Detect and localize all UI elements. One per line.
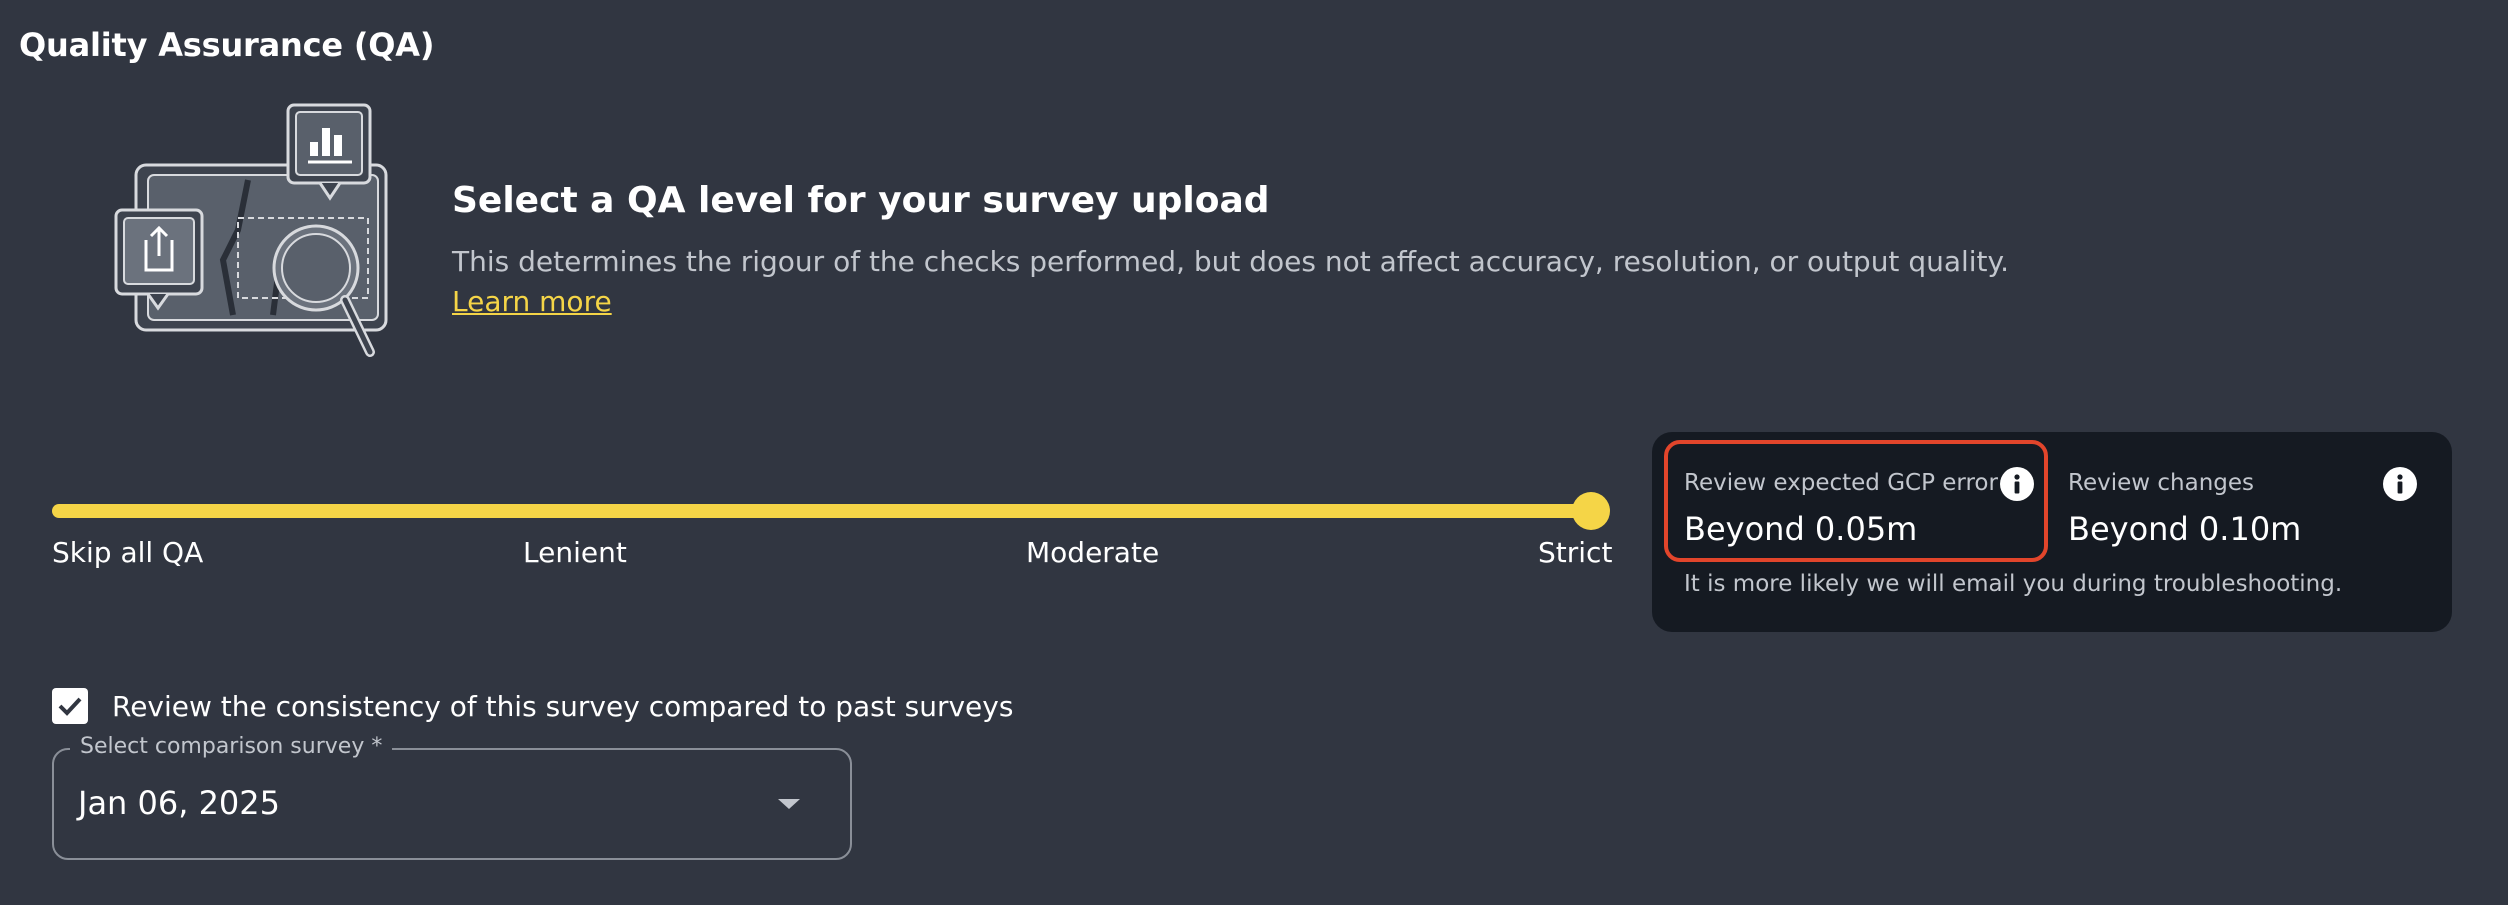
level-label-skip[interactable]: Skip all QA bbox=[52, 536, 203, 569]
slider-thumb[interactable] bbox=[1572, 492, 1610, 530]
check-icon bbox=[58, 697, 82, 716]
qa-description: This determines the rigour of the checks… bbox=[452, 245, 2010, 278]
gcp-error-value: Beyond 0.05m bbox=[1684, 510, 1918, 548]
qa-level-slider[interactable] bbox=[52, 489, 1610, 530]
level-label-lenient[interactable]: Lenient bbox=[523, 536, 627, 569]
qa-heading: Select a QA level for your survey upload bbox=[452, 180, 1270, 221]
consistency-label[interactable]: Review the consistency of this survey co… bbox=[112, 690, 1013, 723]
survey-upload-illustration bbox=[108, 100, 398, 370]
gcp-error-label: Review expected GCP error bbox=[1684, 470, 1998, 496]
qa-note: It is more likely we will email you duri… bbox=[1684, 571, 2343, 597]
comparison-survey-label: Select comparison survey * bbox=[70, 734, 393, 759]
consistency-checkbox[interactable] bbox=[52, 688, 88, 724]
learn-more-link[interactable]: Learn more bbox=[452, 285, 612, 318]
comparison-survey-value[interactable]: Jan 06, 2025 bbox=[78, 784, 280, 822]
chevron-down-icon[interactable] bbox=[776, 796, 802, 815]
page-title: Quality Assurance (QA) bbox=[19, 26, 435, 64]
slider-track[interactable] bbox=[52, 504, 1592, 518]
level-label-strict[interactable]: Strict bbox=[1538, 536, 1612, 569]
info-icon[interactable] bbox=[2383, 467, 2417, 501]
changes-value: Beyond 0.10m bbox=[2068, 510, 2302, 548]
level-label-moderate[interactable]: Moderate bbox=[1026, 536, 1159, 569]
changes-label: Review changes bbox=[2068, 470, 2254, 496]
info-icon[interactable] bbox=[2000, 467, 2034, 501]
